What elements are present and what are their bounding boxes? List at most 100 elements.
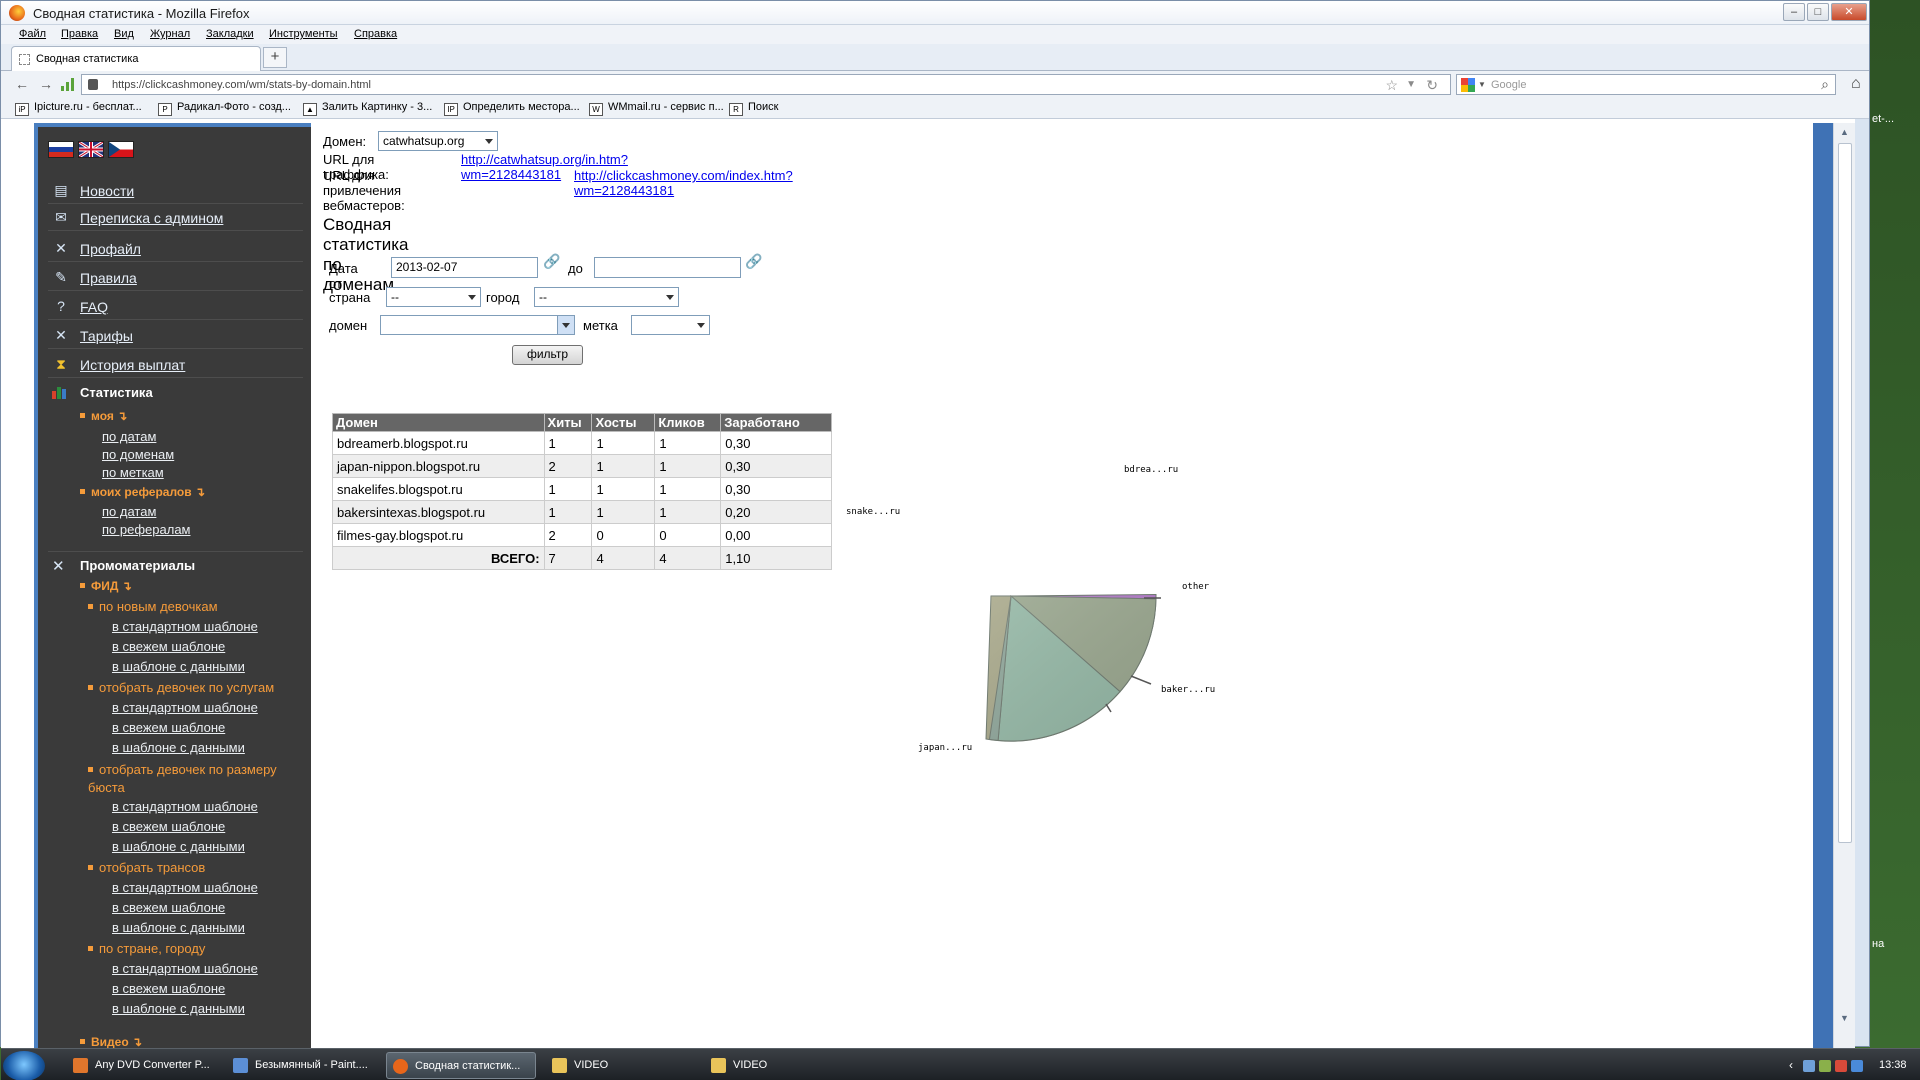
feed-link[interactable]: в свежем шаблоне [112,981,225,996]
feed-link[interactable]: в шаблоне с данными [112,839,245,854]
sidebar-my-stats[interactable]: моя ↴ [80,409,127,423]
city-label: город [486,290,520,305]
city-select[interactable]: -- [534,287,679,307]
sidebar-item-news[interactable]: ▤ Новости [48,177,303,204]
sidebar-item-tariffs[interactable]: ✕ Тарифы [48,322,303,349]
link-my-by-domains[interactable]: по доменам [102,447,174,462]
feed-link[interactable]: в свежем шаблоне [112,819,225,834]
link-ref-by-referrals[interactable]: по рефералам [102,522,190,537]
new-tab-button[interactable]: + [263,47,287,68]
filter-button[interactable]: фильтр [512,345,583,365]
bookmark-item[interactable]: IP Определить местора... [444,101,580,116]
feed-link[interactable]: в шаблоне с данными [112,659,245,674]
start-button[interactable] [3,1051,45,1080]
search-engine-dropdown-icon[interactable]: ▼ [1478,80,1486,89]
close-button[interactable]: ✕ [1831,3,1867,21]
bookmark-item[interactable]: Р Радикал-Фото - созд... [158,101,291,116]
taskbar-item[interactable]: Безымянный - Paint.... [227,1052,377,1079]
country-select[interactable]: -- [386,287,481,307]
taskbar-item[interactable]: Any DVD Converter P... [67,1052,217,1079]
search-bar[interactable]: ▼ Google ⌕ [1456,74,1836,95]
vertical-scrollbar[interactable]: ▲ ▼ [1833,123,1855,1048]
menu-tools[interactable]: Инструменты [269,28,338,40]
taskbar-item[interactable]: VIDEO [546,1052,696,1079]
menu-bookmarks[interactable]: Закладки [206,28,254,40]
search-icon[interactable]: ⌕ [1821,76,1829,93]
link-my-by-dates[interactable]: по датам [102,429,156,444]
feed-link[interactable]: в стандартном шаблоне [112,961,258,976]
clock[interactable]: 13:38 [1879,1059,1907,1071]
date-from-input[interactable]: 2013-02-07 [391,257,538,278]
bookmark-label: Определить местора... [463,101,580,113]
bookmark-item[interactable]: W WMmail.ru - сервис п... [589,101,724,116]
menu-history[interactable]: Журнал [150,28,190,40]
back-icon[interactable]: ← [13,75,31,93]
feed-link[interactable]: в шаблоне с данными [112,740,245,755]
scroll-up-icon[interactable]: ▲ [1840,127,1849,137]
link-ref-by-dates[interactable]: по датам [102,504,156,519]
chevron-down-icon [468,295,476,300]
link-my-by-tags[interactable]: по меткам [102,465,164,480]
pie-shading [986,596,1157,742]
google-icon [1461,78,1475,92]
taskbar-item-firefox[interactable]: Сводная статистик... [386,1052,536,1079]
url-dropdown-icon[interactable]: ▼ [1406,79,1416,90]
calendar-to-icon[interactable]: 🔗 [745,253,763,271]
column-header: Домен [332,413,545,432]
feed-link[interactable]: в свежем шаблоне [112,720,225,735]
sidebar-referrals[interactable]: моих рефералов ↴ [80,485,205,499]
bookmark-star-icon[interactable]: ☆ [1385,77,1398,94]
flag-cz-icon[interactable] [108,141,134,158]
tray-expand-icon[interactable]: ‹ [1789,1058,1793,1072]
forward-icon[interactable]: → [37,75,55,93]
bookmark-item[interactable]: iP Ipicture.ru - бесплат... [15,101,142,116]
feed-link[interactable]: в свежем шаблоне [112,639,225,654]
column-header: Заработано [720,413,832,432]
home-icon[interactable]: ⌂ [1851,75,1861,93]
flag-ru-icon[interactable] [48,141,74,158]
feed-link[interactable]: в шаблоне с данными [112,920,245,935]
scrollbar-thumb[interactable] [1838,143,1852,843]
signal-icon [61,77,75,91]
domain-select[interactable]: catwhatsup.org [378,131,498,151]
feed-group-label: отобрать трансов [99,860,206,875]
feed-link[interactable]: в стандартном шаблоне [112,880,258,895]
taskbar-item[interactable]: VIDEO [705,1052,855,1079]
tray-app-icon[interactable] [1819,1060,1831,1072]
bookmark-item[interactable]: R Поиск [729,101,778,116]
cell-hits: 2 [543,523,593,547]
calendar-from-icon[interactable]: 🔗 [543,253,561,271]
menu-edit[interactable]: Правка [61,28,98,40]
tray-app-icon[interactable] [1835,1060,1847,1072]
menu-view[interactable]: Вид [114,28,134,40]
sidebar-item-payouts[interactable]: ⧗ История выплат [48,351,303,378]
feed-link[interactable]: в шаблоне с данными [112,1001,245,1016]
sidebar-item-rules[interactable]: ✎ Правила [48,264,303,291]
sidebar-item-faq[interactable]: ? FAQ [48,293,303,320]
webmaster-url-link[interactable]: http://clickcashmoney.com/index.htm?wm=2… [574,168,793,198]
flag-uk-icon[interactable] [78,140,104,159]
volume-icon[interactable] [1851,1060,1863,1072]
tag-select[interactable] [631,315,710,335]
bookmark-item[interactable]: ▲ Залить Картинку - 3... [303,101,432,116]
date-to-input[interactable] [594,257,741,278]
feed-link[interactable]: в свежем шаблоне [112,900,225,915]
scroll-down-icon[interactable]: ▼ [1840,1013,1849,1023]
sidebar-item-profile[interactable]: ✕ Профайл [48,235,303,262]
feed-link[interactable]: в стандартном шаблоне [112,619,258,634]
maximize-button[interactable]: □ [1807,3,1829,21]
tab-stats[interactable]: Сводная статистика [11,46,261,71]
menu-file[interactable]: Файл [19,28,46,40]
sidebar-video[interactable]: Видео ↴ [80,1035,142,1049]
sidebar-feed[interactable]: ФИД ↴ [80,579,132,593]
dvd-converter-icon [73,1058,88,1073]
feed-link[interactable]: в стандартном шаблоне [112,700,258,715]
url-bar[interactable]: https://clickcashmoney.com/wm/stats-by-d… [81,74,1451,95]
sidebar-item-messages[interactable]: ✉ Переписка с админом [48,204,303,231]
reload-icon[interactable]: ↻ [1426,77,1438,94]
menu-help[interactable]: Справка [354,28,397,40]
minimize-button[interactable]: – [1783,3,1805,21]
domain-filter-select[interactable] [380,315,575,335]
network-icon[interactable] [1803,1060,1815,1072]
feed-link[interactable]: в стандартном шаблоне [112,799,258,814]
